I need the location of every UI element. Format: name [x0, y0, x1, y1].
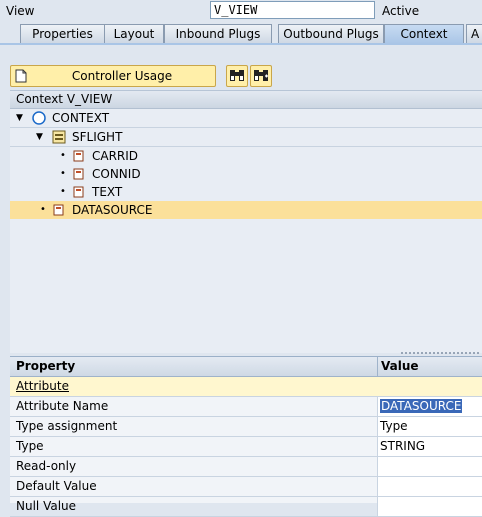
property-name: Null Value — [16, 499, 77, 513]
property-value[interactable] — [377, 477, 482, 496]
property-name: Read-only — [16, 459, 77, 473]
property-value[interactable]: STRING — [377, 437, 482, 456]
property-value[interactable] — [377, 457, 482, 476]
controller-usage-button[interactable]: Controller Usage — [10, 65, 216, 87]
table-row[interactable]: Default Value — [10, 477, 482, 497]
section-label[interactable]: Attribute — [16, 377, 69, 396]
tab-context[interactable]: Context — [384, 24, 464, 44]
attribute-icon — [52, 203, 66, 222]
table-row[interactable]: Type assignment Type — [10, 417, 482, 437]
tree-node-connid[interactable]: • CONNID — [10, 165, 482, 183]
property-name: Type assignment — [16, 419, 118, 433]
bullet-icon: • — [40, 204, 46, 215]
find-button[interactable] — [226, 65, 248, 87]
tree-node-label: SFLIGHT — [72, 130, 123, 144]
collapse-arrow-icon[interactable]: ▼ — [16, 109, 23, 127]
tree-node-label: CONNID — [92, 167, 141, 181]
bullet-icon: • — [60, 150, 66, 161]
tree-node-sflight[interactable]: ▼ SFLIGHT — [10, 128, 482, 147]
tree-node-label: CARRID — [92, 149, 139, 163]
tree-node-label: CONTEXT — [52, 111, 110, 125]
tab-layout[interactable]: Layout — [104, 24, 164, 44]
binoculars-icon — [230, 70, 244, 81]
tree-header: Context V_VIEW — [10, 91, 482, 109]
tab-outbound-plugs[interactable]: Outbound Plugs — [278, 24, 384, 44]
tree-node-label: DATASOURCE — [72, 203, 153, 217]
view-label: View — [6, 4, 35, 18]
property-table: Property Value Attribute Attribute Name … — [10, 356, 482, 517]
tree-node-datasource[interactable]: • DATASOURCE — [10, 201, 482, 219]
tab-more[interactable]: A — [466, 24, 482, 44]
bullet-icon: • — [60, 168, 66, 179]
table-row[interactable]: Attribute Name DATASOURCE — [10, 397, 482, 417]
tree-node-carrid[interactable]: • CARRID — [10, 147, 482, 165]
tab-inbound-plugs[interactable]: Inbound Plugs — [164, 24, 272, 44]
property-value[interactable] — [377, 497, 482, 516]
property-value[interactable]: Type — [377, 417, 482, 436]
table-row[interactable]: Read-only — [10, 457, 482, 477]
attribute-name-input[interactable]: DATASOURCE — [377, 397, 482, 416]
controller-usage-label: Controller Usage — [71, 69, 173, 83]
column-header-property[interactable]: Property — [16, 357, 75, 376]
table-row[interactable]: Type STRING — [10, 437, 482, 457]
collapse-arrow-icon[interactable]: ▼ — [36, 128, 43, 146]
table-row[interactable]: Null Value — [10, 497, 482, 517]
find-next-button[interactable] — [250, 65, 272, 87]
status-text: Active — [382, 4, 420, 18]
property-value: DATASOURCE — [380, 399, 463, 413]
tab-baseline — [0, 43, 482, 45]
tree-node-label: TEXT — [92, 185, 123, 199]
bullet-icon: • — [60, 186, 66, 197]
property-name: Default Value — [16, 479, 97, 493]
section-row: Attribute — [10, 377, 482, 397]
property-name: Attribute Name — [16, 399, 109, 413]
context-tree: Context V_VIEW ▼ CONTEXT ▼ SFLIGHT • CAR… — [10, 90, 482, 353]
binoculars-plus-icon — [254, 70, 268, 81]
column-header-value[interactable]: Value — [377, 357, 482, 376]
tab-properties[interactable]: Properties — [20, 24, 105, 44]
table-header: Property Value — [10, 357, 482, 377]
view-name-field[interactable]: V_VIEW — [210, 1, 375, 19]
property-name: Type — [16, 439, 44, 453]
splitter-handle[interactable] — [400, 351, 480, 355]
tree-node-text[interactable]: • TEXT — [10, 183, 482, 201]
tab-strip: Properties Layout Inbound Plugs Outbound… — [0, 24, 482, 44]
tree-node-context[interactable]: ▼ CONTEXT — [10, 109, 482, 128]
